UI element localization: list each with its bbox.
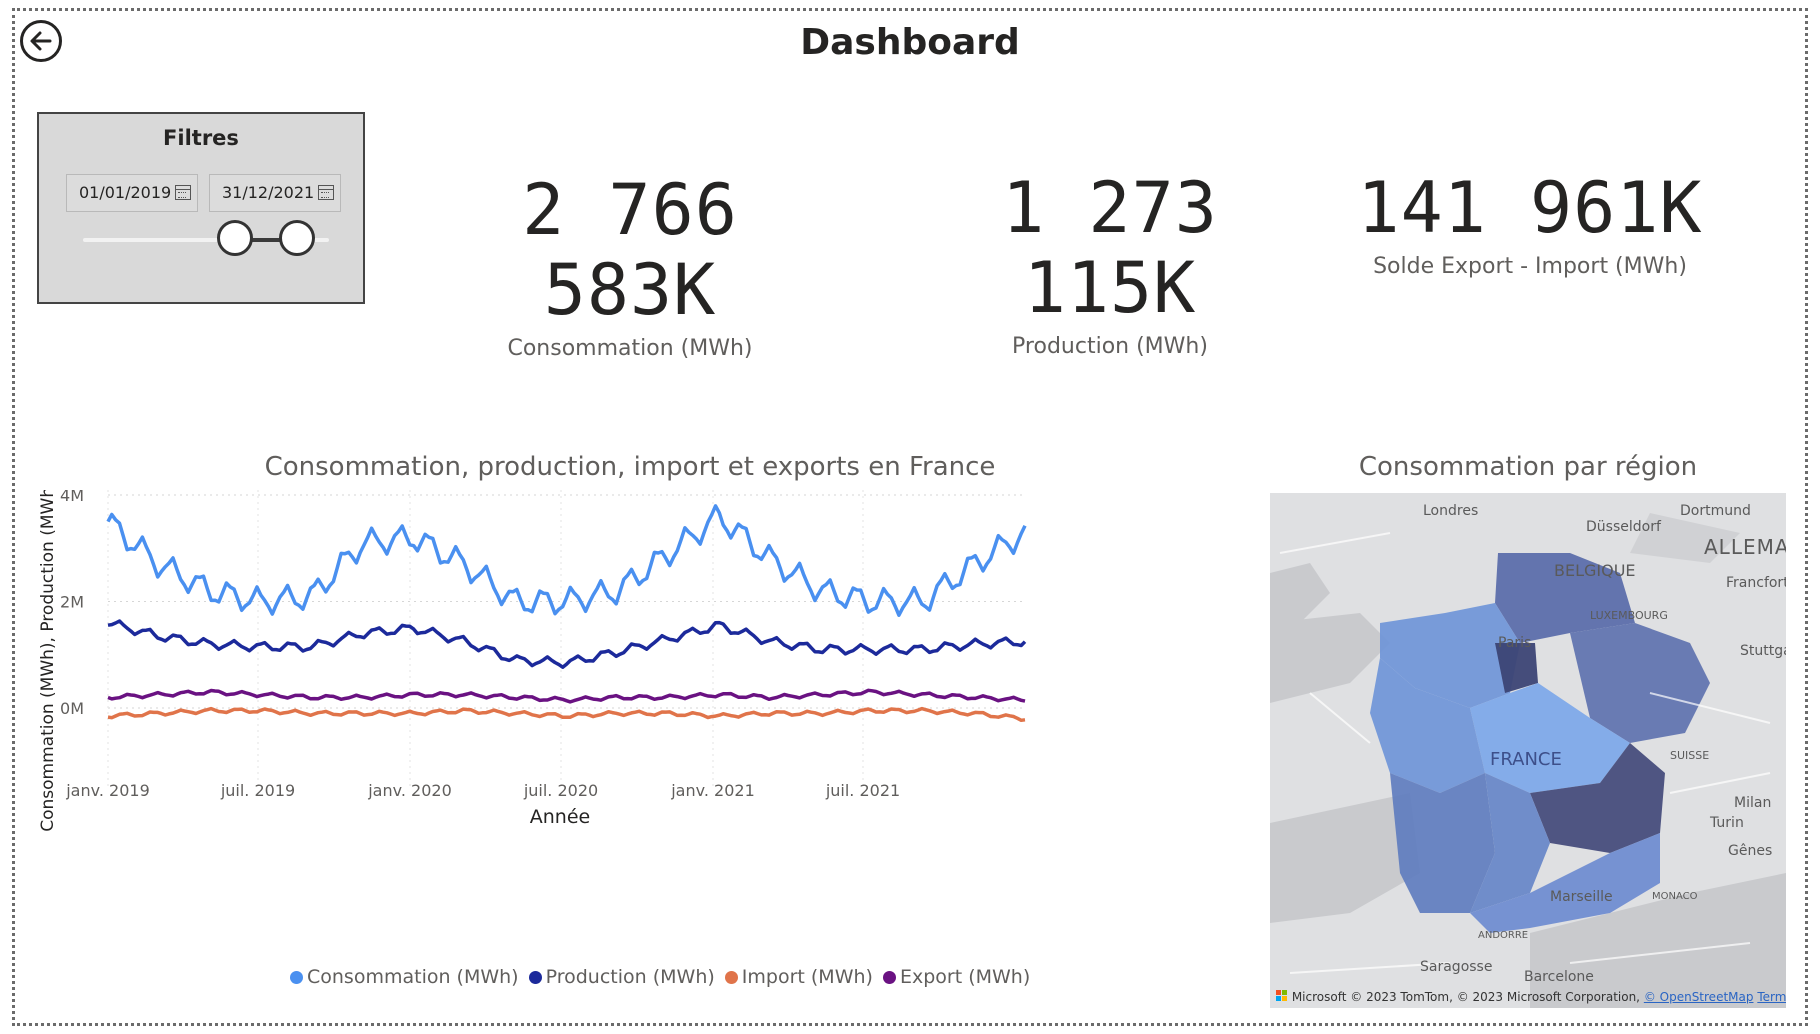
map-label: MONACO [1652,891,1698,902]
map-label: ALLEMA [1704,535,1786,559]
kpi-value: 141 961K [1357,167,1703,249]
series-line-consommation [106,504,1027,617]
x-tick-label: juil. 2019 [220,781,295,800]
legend-item-import[interactable]: Import (MWh) [724,966,873,988]
x-tick-label: juil. 2021 [825,781,900,800]
kpi-card-production: 1 273 115K Production (MWh) [900,168,1320,359]
start-date-value: 01/01/2019 [79,183,172,202]
calendar-icon[interactable] [175,185,191,200]
kpi-label: Production (MWh) [1012,334,1208,359]
series-line-production [107,619,1027,669]
map-title: Consommation par région [1358,452,1698,482]
map-label: Saragosse [1420,959,1493,975]
end-date-input[interactable]: 31/12/2021 [209,174,341,212]
legend-label: Production (MWh) [545,966,715,988]
x-tick-label: janv. 2020 [367,781,452,800]
start-date-input[interactable]: 01/01/2019 [66,174,198,212]
legend-dot [290,970,303,984]
chart-legend: Consommation (MWh) Production (MWh) Impo… [290,966,1030,988]
y-tick-label: 0M [60,699,84,718]
kpi-label: Consommation (MWh) [507,336,753,361]
x-tick-label: janv. 2021 [670,781,755,800]
calendar-icon[interactable] [318,185,334,200]
map-attribution-text: © 2023 TomTom, © 2023 Microsoft Corporat… [1350,990,1640,1004]
slider-end-handle[interactable] [279,220,315,256]
map-label: Milan [1734,795,1772,811]
microsoft-logo-icon [1276,990,1287,1001]
end-date-value: 31/12/2021 [222,183,315,202]
slider-start-handle[interactable] [217,220,253,256]
map-label: BELGIQUE [1554,561,1636,580]
legend-label: Import (MWh) [741,966,873,988]
y-tick-label: 2M [60,593,84,612]
map-label: Francfort [1726,575,1786,591]
map-label: SUISSE [1670,749,1710,762]
map-label: Stuttga [1740,643,1786,659]
map-label: Londres [1423,503,1479,519]
map-label: ANDORRE [1478,930,1529,941]
kpi-card-consommation: 2 766 583K Consommation (MWh) [420,170,840,361]
map-label: Paris [1498,635,1532,651]
map-label: Turin [1710,815,1744,831]
legend-dot [724,970,738,984]
map-label: Barcelone [1524,969,1594,985]
series-line-export [107,688,1026,704]
kpi-value: 1 273 115K [1002,167,1218,329]
line-chart[interactable]: 4M 2M 0M janv. 2019 juil. 2019 janv. 2020 juil… [30,490,1210,960]
x-axis-title: Année [530,806,590,828]
legend-dot [882,970,896,984]
map-label: LUXEMBOURG [1590,609,1668,622]
kpi-value: 2 766 583K [522,169,738,331]
line-chart-title: Consommation, production, import et expo… [264,452,996,482]
page-title: Dashboard [800,22,1020,63]
series-line-import [107,706,1026,723]
openstreetmap-link[interactable]: © OpenStreetMap [1644,990,1754,1004]
kpi-label: Solde Export - Import (MWh) [1373,254,1687,279]
map-label: Gênes [1728,843,1773,859]
y-axis-title: Consommation (MWh), Production (MWh), I.… [38,490,58,832]
filter-title: Filtres [163,126,239,150]
date-filter-slicer: Filtres 01/01/2019 31/12/2021 [37,112,365,304]
map-brand: Microsoft [1291,990,1347,1004]
legend-item-export[interactable]: Export (MWh) [882,966,1031,988]
legend-item-production[interactable]: Production (MWh) [528,966,715,988]
terms-link[interactable]: Terms [1757,990,1786,1004]
legend-dot [528,970,542,984]
map-label: FRANCE [1490,749,1562,770]
kpi-card-solde: 141 961K Solde Export - Import (MWh) [1330,168,1730,279]
map-label: Dortmund [1680,503,1751,519]
map-label: Marseille [1550,889,1613,905]
legend-label: Export (MWh) [899,966,1031,988]
map-label: Düsseldorf [1586,519,1661,535]
region-map[interactable]: Londres Dortmund Düsseldorf ALLEMA BELGI… [1270,493,1786,1008]
legend-label: Consommation (MWh) [307,966,519,988]
x-tick-label: janv. 2019 [65,781,150,800]
x-tick-label: juil. 2020 [523,781,598,800]
legend-item-consommation[interactable]: Consommation (MWh) [290,966,519,988]
map-attribution: Microsoft © 2023 TomTom, © 2023 Microsof… [1276,990,1786,1004]
y-tick-label: 4M [60,490,84,505]
